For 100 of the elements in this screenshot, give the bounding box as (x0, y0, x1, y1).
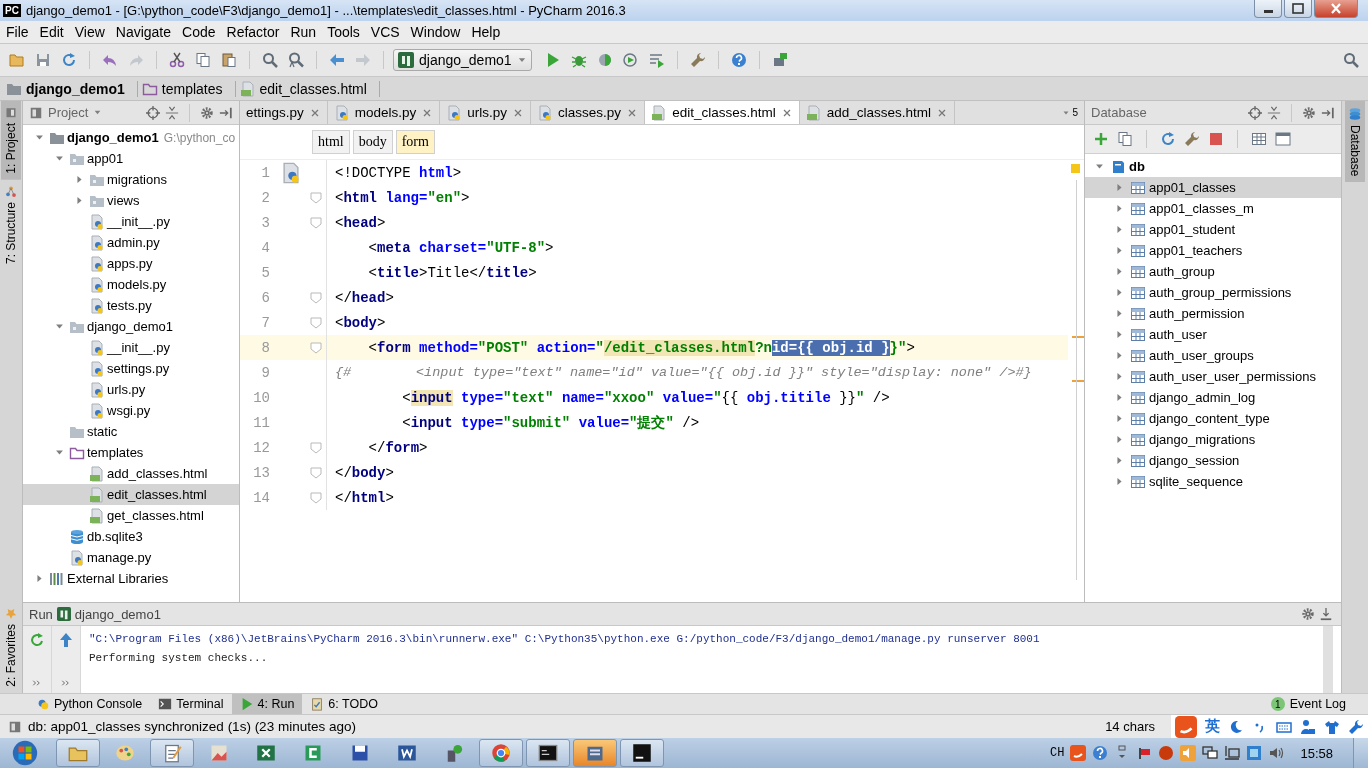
tree-item[interactable]: auth_user_groups (1085, 345, 1341, 366)
tree-item[interactable]: app01_classes_m (1085, 198, 1341, 219)
tree-item[interactable]: templates (23, 442, 239, 463)
search-icon[interactable] (262, 52, 278, 68)
tree-item[interactable]: app01_student (1085, 219, 1341, 240)
copy-icon[interactable] (1117, 131, 1133, 147)
tree-item[interactable]: apps.py (23, 253, 239, 274)
refresh-icon[interactable] (61, 52, 77, 68)
show-desktop-button[interactable] (1353, 738, 1368, 768)
panel-title[interactable]: Project (48, 105, 89, 120)
editor-tab[interactable]: classes.py (531, 101, 646, 124)
tree-item[interactable]: models.py (23, 274, 239, 295)
refresh-icon[interactable] (1160, 131, 1176, 147)
stop-icon[interactable] (1208, 131, 1224, 147)
tree-item[interactable]: auth_user (1085, 324, 1341, 345)
run-list-icon[interactable] (648, 52, 665, 68)
ime-mode-button[interactable]: 英 (1205, 717, 1220, 736)
menu-item[interactable]: Refactor (220, 24, 285, 40)
menu-item[interactable]: Tools (321, 24, 365, 40)
tree-item[interactable]: app01_teachers (1085, 240, 1341, 261)
console-icon[interactable] (1275, 131, 1291, 147)
breadcrumb-item[interactable]: templates (141, 80, 236, 97)
tree-item[interactable]: manage.py (23, 547, 239, 568)
tree-item[interactable]: django_demo1 G:\python_co (23, 127, 239, 148)
tool-window-tab[interactable]: 6: TODO (302, 694, 386, 714)
editor-tab[interactable]: edit_classes.html (645, 101, 800, 124)
app-icon[interactable] (1246, 745, 1263, 761)
tree-item[interactable]: db (1085, 156, 1341, 177)
up-arrow-icon[interactable] (58, 632, 74, 648)
more-icon[interactable] (31, 677, 43, 689)
circle-icon[interactable] (1158, 745, 1175, 761)
menu-item[interactable]: VCS (364, 24, 405, 40)
ime-logo-icon[interactable] (1175, 715, 1197, 738)
taskbar-button[interactable] (526, 739, 570, 767)
hide-icon[interactable] (1321, 105, 1335, 120)
fold-marker-icon[interactable] (310, 466, 322, 479)
paste-icon[interactable] (221, 52, 237, 68)
fold-marker-icon[interactable] (310, 191, 322, 204)
more-icon[interactable] (60, 677, 72, 689)
menu-item[interactable]: View (68, 24, 110, 40)
tree-item[interactable]: __init__.py (23, 211, 239, 232)
tool-window-tab[interactable]: 4: Run (231, 694, 303, 714)
tree-item[interactable]: db.sqlite3 (23, 526, 239, 547)
tree-item[interactable]: settings.py (23, 358, 239, 379)
help-icon[interactable] (730, 52, 747, 68)
fold-marker-icon[interactable] (310, 316, 322, 329)
fold-marker-icon[interactable] (310, 341, 322, 354)
minimize-button[interactable] (1254, 0, 1282, 18)
menu-item[interactable]: File (0, 24, 34, 40)
search-icon[interactable] (1343, 52, 1359, 68)
run-config-tab[interactable]: django_demo1 (74, 606, 161, 622)
replace-icon[interactable] (288, 52, 304, 68)
tree-item[interactable]: django_migrations (1085, 429, 1341, 450)
menu-item[interactable]: Code (176, 24, 221, 40)
tree-item[interactable]: auth_user_user_permissions (1085, 366, 1341, 387)
tree-item[interactable]: migrations (23, 169, 239, 190)
scrollbar[interactable] (1076, 180, 1077, 580)
locate-icon[interactable] (146, 105, 160, 120)
fold-marker-icon[interactable] (310, 291, 322, 304)
tree-item[interactable]: admin.py (23, 232, 239, 253)
locate-icon[interactable] (1248, 105, 1262, 120)
tree-item[interactable]: __init__.py (23, 337, 239, 358)
flag-icon[interactable] (1136, 745, 1153, 761)
tree-item[interactable]: django_content_type (1085, 408, 1341, 429)
tree-item[interactable]: auth_group_permissions (1085, 282, 1341, 303)
tag-path-button[interactable]: form (395, 130, 435, 154)
save-icon[interactable] (35, 52, 51, 68)
network-icon[interactable] (1224, 745, 1241, 761)
table-icon[interactable] (1251, 131, 1267, 147)
tool-window-tab[interactable]: Terminal (150, 694, 232, 714)
tree-item[interactable]: edit_classes.html (23, 484, 239, 505)
tree-item[interactable]: views (23, 190, 239, 211)
side-tab[interactable]: Database (1345, 101, 1365, 183)
tree-item[interactable]: auth_group (1085, 261, 1341, 282)
run-config-dropdown[interactable]: django_demo1 (393, 49, 532, 71)
language-indicator[interactable]: CH (1050, 746, 1065, 760)
tag-path-button[interactable]: html (312, 130, 350, 154)
side-tab[interactable]: 2: Favorites (1, 602, 21, 693)
add-icon[interactable] (1093, 131, 1109, 147)
collapse-icon[interactable] (165, 105, 179, 120)
menu-item[interactable]: Navigate (109, 24, 177, 40)
collapse-icon[interactable] (1267, 105, 1281, 120)
ime-logo-icon[interactable] (1070, 745, 1087, 761)
shirt-icon[interactable] (1324, 718, 1340, 735)
scissors-icon[interactable] (169, 52, 185, 68)
tool-window-tab[interactable]: Python Console (28, 694, 151, 714)
tree-item[interactable]: get_classes.html (23, 505, 239, 526)
folder-icon[interactable] (9, 52, 25, 68)
fold-marker-icon[interactable] (310, 216, 322, 229)
settings-icon[interactable] (1302, 105, 1316, 120)
side-tab[interactable]: 7: Structure (1, 179, 21, 270)
fold-marker-icon[interactable] (310, 441, 322, 454)
menu-item[interactable]: Edit (33, 24, 69, 40)
wrench-icon[interactable] (689, 52, 706, 68)
tree-item[interactable]: wsgi.py (23, 400, 239, 421)
tab-list-button[interactable]: 5 (1056, 101, 1084, 124)
editor-tab[interactable]: ettings.py (240, 101, 328, 124)
fold-marker-icon[interactable] (310, 491, 322, 504)
breadcrumb-item[interactable]: edit_classes.html (239, 80, 380, 97)
tag-path-button[interactable]: body (352, 130, 393, 154)
